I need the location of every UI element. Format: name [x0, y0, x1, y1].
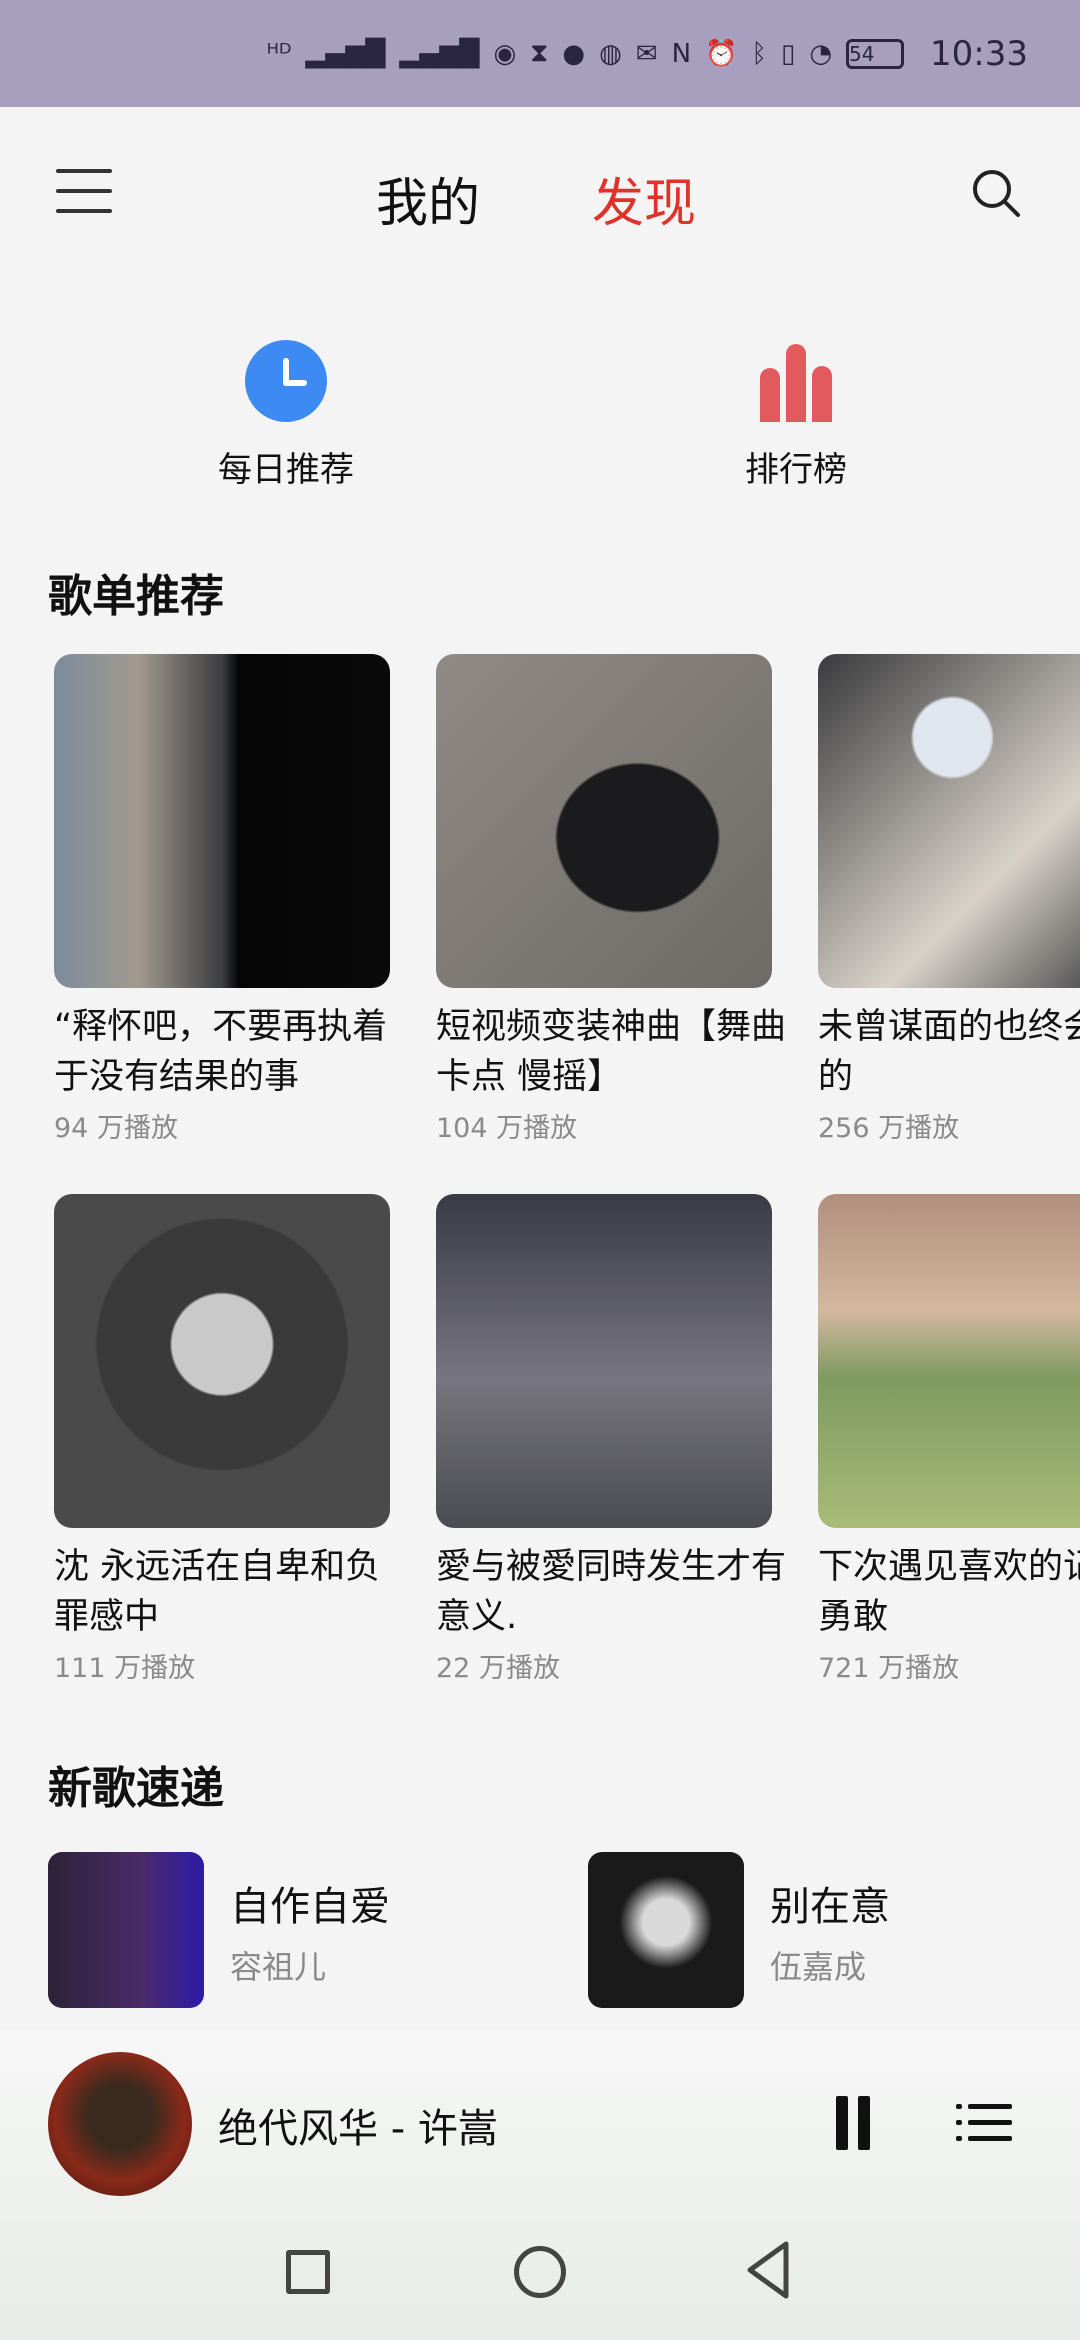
playlist-row: 沈 永远活在自卑和负罪感中 111 万播放 愛与被愛同時发生才有意义. 22 万… [0, 1194, 1080, 1694]
tab-mine[interactable]: 我的 [376, 161, 480, 236]
playlist-plays: 22 万播放 [436, 1653, 560, 1684]
playlist-plays: 721 万播放 [818, 1653, 960, 1684]
new-songs-section-title: 新歌速递 [48, 1763, 224, 1814]
new-songs-row: 自作自爱 容祖儿 别在意 伍嘉成 [0, 1852, 1080, 2012]
playlist-card[interactable]: 愛与被愛同時发生才有意义. 22 万播放 [436, 1194, 786, 1685]
playlist-section-title: 歌单推荐 [48, 571, 224, 622]
playlist-queue-icon[interactable] [956, 2100, 1012, 2146]
playlist-title: 下次遇见喜欢的记得要勇敢 [818, 1547, 1080, 1637]
playlist-title: 短视频变装神曲【舞曲 卡点 慢摇】 [436, 1007, 787, 1097]
recent-apps-button[interactable] [286, 2250, 330, 2294]
home-button[interactable] [514, 2246, 566, 2298]
song-cover[interactable] [588, 1852, 744, 2008]
playlist-card[interactable]: 未曾谋面的也终会相遇的 256 万播放 [818, 654, 1080, 1145]
chart-bars-icon [755, 340, 837, 422]
playlist-cover[interactable] [818, 654, 1080, 988]
song-artist: 伍嘉成 [770, 1948, 867, 1986]
playlist-row: “释怀吧，不要再执着于没有结果的事 94 万播放 短视频变装神曲【舞曲 卡点 慢… [0, 654, 1080, 1154]
playlist-title: 未曾谋面的也终会相遇的 [818, 1007, 1080, 1097]
hourglass-icon: ⧗ [530, 38, 549, 68]
hotspot-icon: ◉ [493, 38, 517, 69]
playlist-plays: 256 万播放 [818, 1113, 960, 1144]
now-playing-title[interactable]: 绝代风华 - 许嵩 [218, 2096, 498, 2154]
now-playing-cover[interactable] [48, 2052, 192, 2196]
daily-recommend-entry[interactable]: 每日推荐 [166, 340, 406, 491]
status-time: 10:33 [930, 33, 1028, 74]
pause-icon[interactable] [836, 2096, 870, 2150]
playlist-plays: 94 万播放 [54, 1113, 178, 1144]
alarm-icon: ⏰ [705, 38, 738, 69]
tab-discover[interactable]: 发现 [592, 161, 696, 236]
battery-level: 54 [849, 41, 875, 66]
playlist-card[interactable]: 沈 永远活在自卑和负罪感中 111 万播放 [54, 1194, 390, 1685]
status-icons: ᴴᴰ ▂▄▆█ ▂▄▆█ ◉ ⧗ ● ◍ ✉ N ⏰ ᛒ ▯ ◔ 54 [266, 38, 905, 69]
playlist-title: “释怀吧，不要再执着于没有结果的事 [54, 1007, 388, 1097]
bluetooth-icon: ᛒ [751, 38, 768, 69]
charts-label: 排行榜 [745, 450, 847, 490]
vibrate-icon: ▯ [781, 38, 796, 69]
playlist-plays: 104 万播放 [436, 1113, 578, 1144]
daily-recommend-label: 每日推荐 [218, 450, 354, 490]
song-title: 自作自爱 [230, 1884, 390, 1930]
song-cover[interactable] [48, 1852, 204, 2008]
nfc-icon: N [671, 38, 692, 69]
playlist-plays: 111 万播放 [54, 1653, 196, 1684]
hd-icon: ᴴᴰ [266, 38, 292, 69]
quick-entries: 每日推荐 排行榜 [0, 340, 1080, 510]
speed-icon: ◔ [809, 38, 833, 69]
back-button[interactable] [744, 2240, 792, 2300]
playlist-card[interactable]: 下次遇见喜欢的记得要勇敢 721 万播放 [818, 1194, 1080, 1685]
playlist-cover[interactable] [54, 1194, 390, 1528]
playlist-card[interactable]: “释怀吧，不要再执着于没有结果的事 94 万播放 [54, 654, 390, 1145]
playlist-cover[interactable] [54, 654, 390, 988]
battery-icon: 54 [846, 38, 905, 69]
clock-icon [245, 340, 327, 422]
top-nav: 我的 发现 [0, 107, 1080, 277]
playlist-cover[interactable] [818, 1194, 1080, 1528]
playlist-title: 愛与被愛同時发生才有意义. [436, 1547, 787, 1637]
chat-icon: ● [562, 38, 586, 69]
search-icon[interactable] [970, 167, 1022, 219]
charts-entry[interactable]: 排行榜 [676, 340, 916, 491]
playlist-cover[interactable] [436, 654, 772, 988]
status-bar: ᴴᴰ ▂▄▆█ ▂▄▆█ ◉ ⧗ ● ◍ ✉ N ⏰ ᛒ ▯ ◔ 54 10:3… [0, 0, 1080, 107]
browser-icon: ◍ [599, 38, 622, 69]
playlist-cover[interactable] [436, 1194, 772, 1528]
system-nav-bar [0, 2200, 1080, 2340]
menu-icon[interactable] [56, 169, 112, 217]
song-title: 别在意 [770, 1884, 890, 1930]
signal-4g-icon: ▂▄▆█ [399, 38, 480, 69]
song-artist: 容祖儿 [230, 1948, 327, 1986]
playlist-card[interactable]: 短视频变装神曲【舞曲 卡点 慢摇】 104 万播放 [436, 654, 786, 1145]
mail-icon: ✉ [635, 38, 658, 69]
playlist-title: 沈 永远活在自卑和负罪感中 [54, 1547, 381, 1637]
signal-4g-icon: ▂▄▆█ [305, 38, 386, 69]
